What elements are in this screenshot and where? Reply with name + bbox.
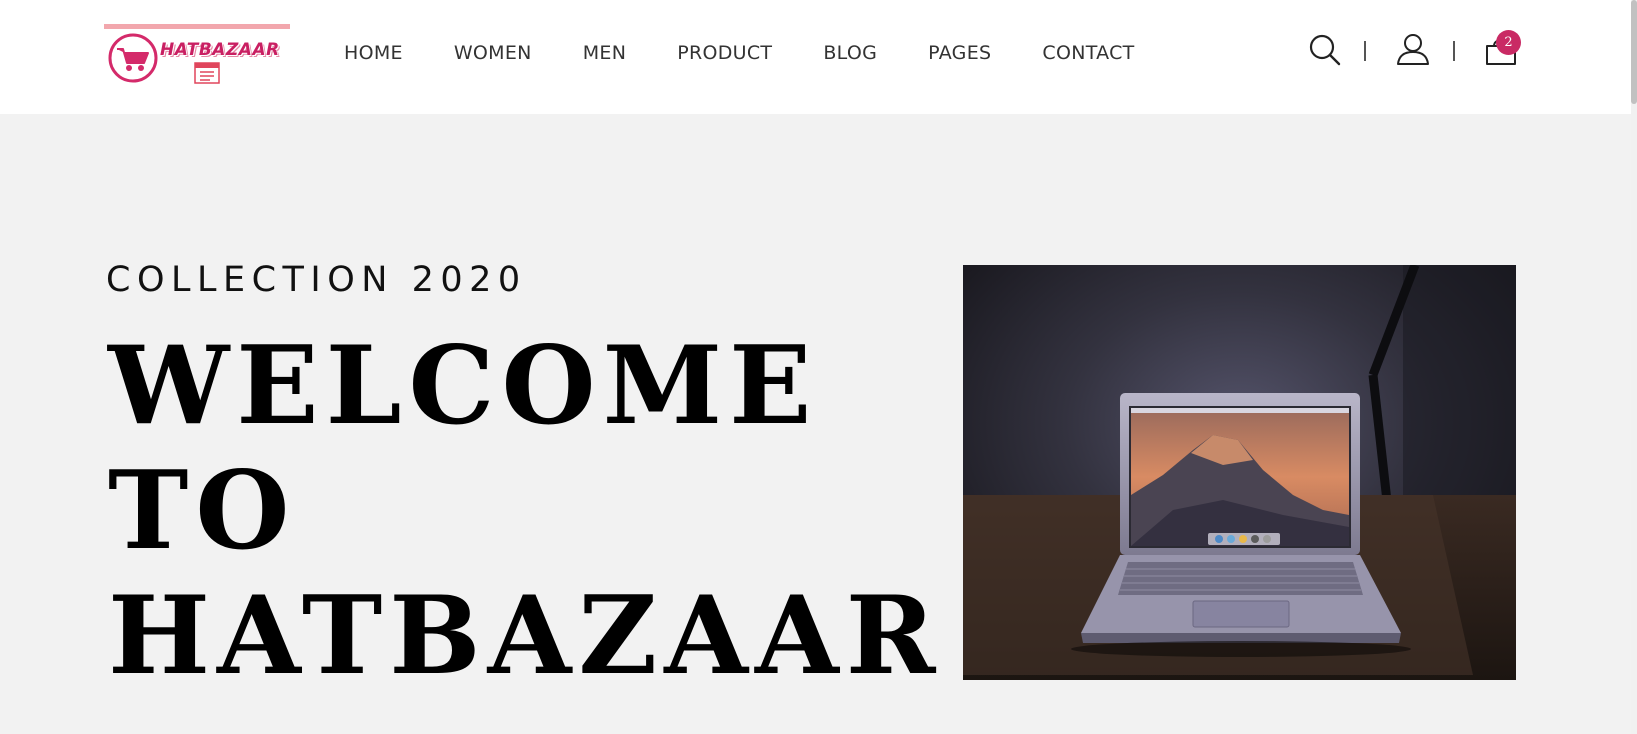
headline-line: HATBAZAAR [108,573,943,699]
cart-count-badge: 2 [1496,30,1521,55]
header-divider [1364,41,1366,61]
page-scrollbar-thumb[interactable] [1631,0,1637,104]
search-icon[interactable] [1305,30,1345,70]
header-divider [1453,41,1455,61]
nav-item-product[interactable]: PRODUCT [677,42,772,64]
nav-item-women[interactable]: WOMEN [454,42,532,64]
logo-top-bar [104,24,290,29]
nav-item-blog[interactable]: BLOG [823,42,877,64]
hero-eyebrow: COLLECTION 2020 [106,260,527,300]
page-scrollbar-track[interactable] [1631,0,1637,734]
brand-logo-text: HATBAZAAR [160,40,280,60]
site-header: HATBAZAAR HOME WOMEN MEN PRODUCT BLOG PA… [0,0,1637,114]
nav-item-home[interactable]: HOME [344,42,403,64]
main-nav: HOME WOMEN MEN PRODUCT BLOG PAGES CONTAC… [344,42,1135,64]
hero-section: COLLECTION 2020 WELCOME TO HATBAZAAR [0,114,1637,734]
header-actions [1305,30,1525,74]
headline-line: TO [108,448,297,574]
nav-item-contact[interactable]: CONTACT [1042,42,1134,64]
shopping-cart-icon [108,33,158,83]
headline-line: WELCOME [108,323,819,449]
hero-image [963,265,1516,680]
store-icon [194,62,220,84]
user-icon[interactable] [1393,30,1433,70]
hero-headline: WELCOME TO HATBAZAAR [108,323,943,699]
laptop-photo [963,265,1516,680]
brand-logo[interactable]: HATBAZAAR [104,24,290,86]
nav-item-pages[interactable]: PAGES [928,42,991,64]
nav-item-men[interactable]: MEN [583,42,627,64]
